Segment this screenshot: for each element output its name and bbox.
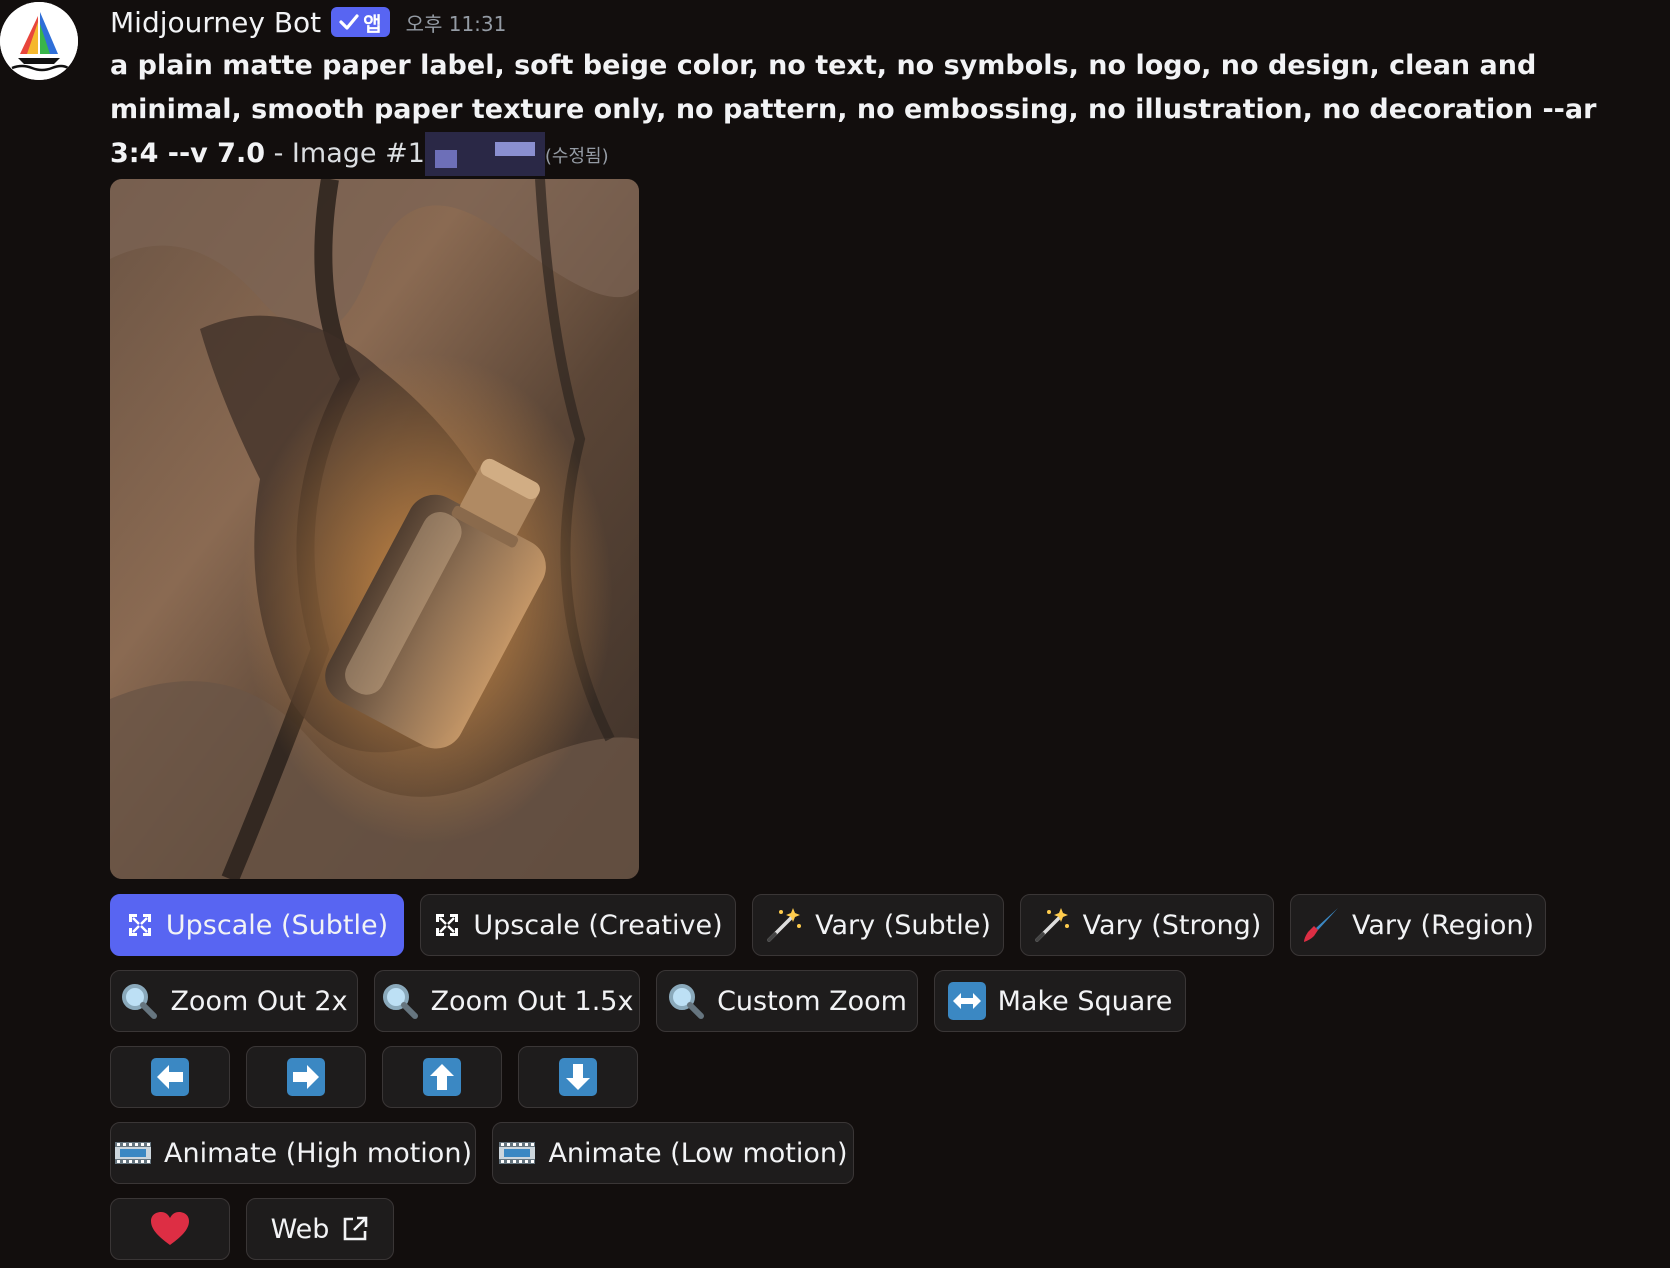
button-label: Custom Zoom [717, 985, 907, 1017]
button-label: Vary (Region) [1351, 909, 1535, 941]
magnifier-icon [120, 982, 158, 1020]
button-label: Zoom Out 1.5x [430, 985, 634, 1017]
film-icon [114, 1139, 152, 1167]
button-label: Vary (Strong) [1082, 909, 1262, 941]
button-label: Animate (High motion) [164, 1137, 472, 1169]
arrow-right-icon [287, 1058, 325, 1096]
app-badge-label: 앱 [363, 11, 382, 36]
vary-strong-button[interactable]: Vary (Strong) [1020, 894, 1274, 956]
upscale-icon [433, 911, 461, 939]
button-label: Make Square [997, 985, 1173, 1017]
animate-high-motion-button[interactable]: Animate (High motion) [110, 1122, 476, 1184]
button-label: Upscale (Creative) [473, 909, 723, 941]
image-suffix: - Image #1 [265, 138, 425, 169]
external-link-icon [341, 1215, 369, 1243]
bot-avatar[interactable] [0, 2, 78, 80]
button-label: Vary (Subtle) [815, 909, 991, 941]
magnifier-icon [667, 982, 705, 1020]
bottle-on-rock-image [110, 179, 639, 879]
edited-label: (수정됨) [544, 146, 609, 167]
pan-down-button[interactable] [518, 1046, 638, 1108]
vary-subtle-button[interactable]: Vary (Subtle) [752, 894, 1004, 956]
left-right-arrow-icon [947, 982, 986, 1020]
button-label: Zoom Out 2x [170, 985, 348, 1017]
pan-right-button[interactable] [246, 1046, 366, 1108]
make-square-button[interactable]: Make Square [934, 970, 1186, 1032]
heart-icon [150, 1211, 190, 1247]
midjourney-sailboat-icon [0, 2, 78, 80]
animate-low-motion-button[interactable]: Animate (Low motion) [492, 1122, 854, 1184]
zoom-out-1-5x-button[interactable]: Zoom Out 1.5x [374, 970, 640, 1032]
arrow-left-icon [151, 1058, 189, 1096]
magnifier-icon [381, 982, 419, 1020]
app-badge: 앱 [331, 7, 390, 37]
generated-image[interactable] [110, 179, 639, 879]
film-icon [498, 1139, 536, 1167]
username[interactable]: Midjourney Bot [110, 6, 321, 39]
web-link-button[interactable]: Web [246, 1198, 394, 1260]
upscale-creative-button[interactable]: Upscale (Creative) [420, 894, 736, 956]
magic-wand-icon [1033, 906, 1071, 944]
button-label: Web [270, 1213, 330, 1245]
message-header: Midjourney Bot 앱 오후 11:31 [110, 2, 506, 42]
upscale-subtle-button[interactable]: Upscale (Subtle) [110, 894, 404, 956]
paintbrush-icon [1302, 906, 1340, 944]
vary-region-button[interactable]: Vary (Region) [1290, 894, 1546, 956]
pan-left-button[interactable] [110, 1046, 230, 1108]
message-content: a plain matte paper label, soft beige co… [110, 44, 1650, 179]
checkmark-icon [339, 14, 359, 30]
magic-wand-icon [765, 906, 803, 944]
arrow-up-icon [423, 1058, 461, 1096]
pan-up-button[interactable] [382, 1046, 502, 1108]
upscale-icon [126, 911, 154, 939]
redacted-mention [424, 132, 545, 176]
arrow-down-icon [559, 1058, 597, 1096]
timestamp: 오후 11:31 [405, 11, 507, 36]
button-label: Animate (Low motion) [548, 1137, 848, 1169]
custom-zoom-button[interactable]: Custom Zoom [656, 970, 918, 1032]
favorite-button[interactable] [110, 1198, 230, 1260]
zoom-out-2x-button[interactable]: Zoom Out 2x [110, 970, 358, 1032]
button-label: Upscale (Subtle) [165, 909, 389, 941]
